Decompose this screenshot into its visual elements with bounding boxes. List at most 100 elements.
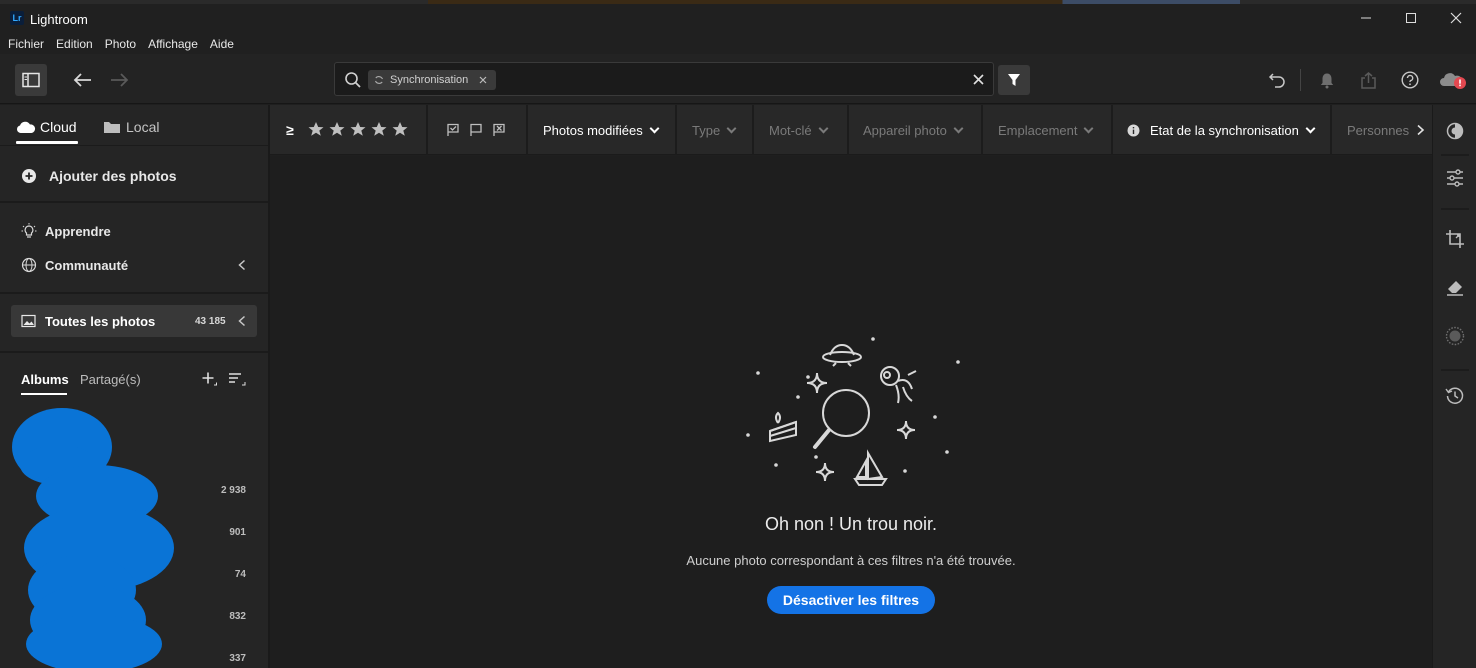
- notifications-button[interactable]: [1311, 64, 1343, 96]
- cloud-status-button[interactable]: [1438, 64, 1470, 96]
- filter-separator: [426, 105, 428, 155]
- share-button[interactable]: [1352, 64, 1384, 96]
- sparkle-icon: [806, 372, 828, 394]
- sync-icon: [374, 76, 384, 84]
- cloud-icon: [17, 121, 36, 133]
- nav-community-label: Communauté: [45, 257, 129, 273]
- panel-divider: [0, 292, 268, 294]
- disable-filters-button[interactable]: Désactiver les filtres: [767, 586, 935, 614]
- chevron-down-icon: [726, 123, 737, 134]
- globe-icon: [21, 257, 37, 273]
- panel-divider: [0, 145, 268, 146]
- filter-mot-cle-label: Mot-clé: [769, 123, 812, 138]
- menu-bar: Fichier Edition Photo Affichage Aide: [0, 34, 1476, 54]
- tab-local[interactable]: Local: [103, 119, 159, 135]
- sailboat-icon: [853, 449, 888, 486]
- filter-type[interactable]: Type: [692, 123, 737, 138]
- add-album-icon[interactable]: [201, 371, 217, 387]
- window-title: Lightroom: [30, 12, 88, 27]
- filter-toggle-button[interactable]: [998, 65, 1030, 95]
- close-window-button[interactable]: [1436, 6, 1476, 30]
- maximize-button[interactable]: [1391, 6, 1431, 30]
- flag-unflagged-icon: [470, 123, 482, 136]
- cloud-alert-icon: [1440, 73, 1466, 89]
- arrow-right-icon: [111, 73, 129, 87]
- menu-aide[interactable]: Aide: [210, 37, 234, 51]
- filter-separator: [1111, 105, 1113, 155]
- filter-emplacement-label: Emplacement: [998, 123, 1078, 138]
- filter-separator: [526, 105, 528, 155]
- search-field[interactable]: Synchronisation: [334, 62, 994, 96]
- filter-personnes-label: Personnes: [1347, 123, 1410, 138]
- menu-fichier[interactable]: Fichier: [8, 37, 44, 51]
- album-count: 337: [229, 653, 246, 664]
- search-filter-chip[interactable]: Synchronisation: [368, 70, 497, 90]
- star-rating-filter[interactable]: [308, 121, 412, 138]
- flag-filters[interactable]: [446, 123, 516, 137]
- filter-appareil-photo[interactable]: Appareil photo: [863, 123, 964, 138]
- add-photos-button[interactable]: Ajouter des photos: [21, 168, 177, 184]
- back-button[interactable]: [66, 64, 98, 96]
- sort-icon[interactable]: [228, 371, 246, 387]
- all-photos-item[interactable]: Toutes les photos 43 185: [11, 305, 257, 337]
- chevron-left-icon[interactable]: [237, 315, 247, 327]
- chevron-right-icon[interactable]: [1416, 124, 1425, 136]
- menu-photo[interactable]: Photo: [105, 37, 136, 51]
- photos-icon: [21, 314, 36, 328]
- tab-cloud[interactable]: Cloud: [16, 119, 77, 135]
- clear-search-icon[interactable]: [973, 74, 984, 85]
- all-photos-label: Toutes les photos: [45, 314, 156, 329]
- filter-etat-synchronisation-label: Etat de la synchronisation: [1150, 123, 1299, 138]
- menu-edition[interactable]: Edition: [56, 37, 93, 51]
- astronaut-icon: [880, 366, 917, 404]
- redaction-mark: [26, 615, 162, 668]
- panel-divider: [1441, 154, 1469, 156]
- close-icon: [1450, 12, 1462, 24]
- chevron-down-icon: [953, 123, 964, 134]
- minimize-button[interactable]: [1346, 6, 1386, 30]
- left-panel: Cloud Local Ajouter des photos Apprendre…: [0, 105, 270, 668]
- rating-operator[interactable]: ≥: [286, 122, 294, 138]
- minimize-icon: [1361, 17, 1371, 19]
- filter-emplacement[interactable]: Emplacement: [998, 123, 1094, 138]
- filter-type-label: Type: [692, 123, 721, 138]
- nav-community[interactable]: Communauté: [21, 257, 128, 273]
- panel-divider: [1441, 369, 1469, 371]
- filter-photos-modifiees[interactable]: Photos modifiées: [543, 123, 660, 138]
- sidebar-panel-icon: [22, 72, 40, 88]
- toolbar-divider: [1300, 69, 1301, 91]
- masking-icon[interactable]: [1445, 326, 1465, 346]
- star-icon: [329, 122, 345, 136]
- add-circle-icon: [22, 169, 36, 183]
- help-icon: [1401, 71, 1419, 89]
- share-icon: [1360, 71, 1376, 89]
- panel-toggle-button[interactable]: [15, 64, 47, 96]
- lightbulb-icon: [21, 223, 37, 238]
- tab-shared[interactable]: Partagé(s): [80, 372, 141, 387]
- forward-button[interactable]: [104, 64, 136, 96]
- filter-etat-synchronisation[interactable]: Etat de la synchronisation: [1127, 123, 1316, 138]
- undo-button[interactable]: [1261, 64, 1293, 96]
- main-content-area: Oh non ! Un trou noir. Aucune photo corr…: [270, 156, 1432, 668]
- empty-state-message: Aucune photo correspondant à ces filtres…: [686, 553, 1016, 568]
- help-button[interactable]: [1394, 64, 1426, 96]
- filter-personnes[interactable]: Personnes: [1347, 123, 1409, 138]
- filter-separator: [981, 105, 983, 155]
- tab-albums[interactable]: Albums: [21, 372, 69, 387]
- taskbar-strip: [0, 0, 1476, 4]
- panel-divider: [1441, 208, 1469, 210]
- chevron-left-icon[interactable]: [237, 259, 247, 271]
- crop-icon[interactable]: [1445, 229, 1465, 249]
- history-icon[interactable]: [1445, 386, 1465, 406]
- healing-eraser-icon[interactable]: [1445, 277, 1465, 297]
- nav-learn-label: Apprendre: [45, 223, 111, 239]
- tab-cloud-label: Cloud: [40, 119, 77, 135]
- album-count: 2 938: [220, 485, 246, 496]
- presets-icon[interactable]: [1445, 121, 1465, 141]
- chip-remove-icon[interactable]: [479, 76, 487, 84]
- tab-cloud-underline: [16, 141, 78, 144]
- nav-learn[interactable]: Apprendre: [21, 223, 111, 239]
- edit-sliders-icon[interactable]: [1445, 168, 1465, 188]
- filter-mot-cle[interactable]: Mot-clé: [769, 123, 829, 138]
- menu-affichage[interactable]: Affichage: [148, 37, 198, 51]
